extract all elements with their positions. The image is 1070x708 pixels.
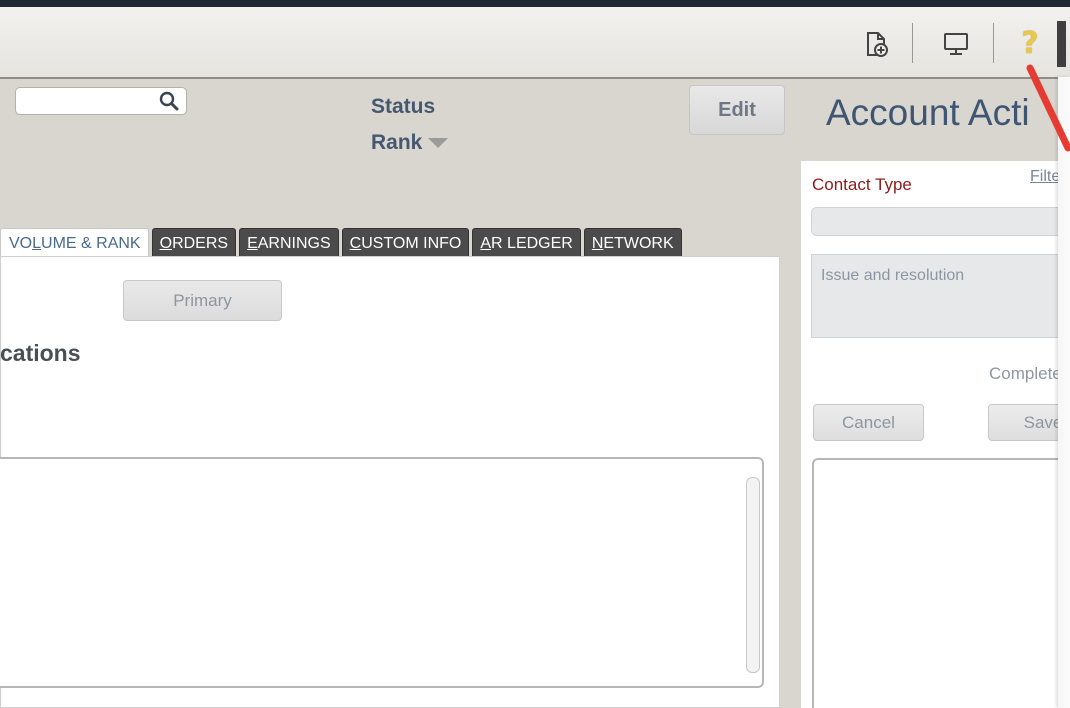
tab-access-key: O	[159, 235, 173, 252]
rank-dropdown[interactable]: Rank	[371, 131, 449, 155]
status-label: Status	[371, 95, 436, 118]
tab-access-key: E	[247, 235, 258, 252]
scrollbar[interactable]	[746, 477, 760, 673]
top-strip	[0, 0, 1070, 7]
issue-resolution-field[interactable]: Issue and resolution	[811, 254, 1070, 338]
activity-log[interactable]	[812, 458, 1070, 708]
tab-label-part: RDERS	[172, 235, 229, 252]
edit-button[interactable]: Edit	[689, 85, 785, 135]
monitor-icon[interactable]	[941, 29, 971, 59]
cancel-button[interactable]: Cancel	[813, 404, 924, 441]
tab-bar: VOLUME & RANK ORDERS EARNINGS CUSTOM INFO AR…	[0, 228, 685, 256]
contact-type-select[interactable]	[811, 207, 1070, 236]
toolbar: ?	[0, 7, 1070, 79]
tab-label-part: UME & RANK	[41, 235, 141, 252]
app-window: ? Status Rank Edit Account Acti VOLUME &…	[0, 0, 1070, 708]
tab-label-part: VO	[9, 235, 33, 252]
tab-network[interactable]: NETWORK	[583, 228, 682, 256]
search-icon[interactable]	[158, 90, 180, 117]
help-icon[interactable]: ?	[1015, 29, 1045, 59]
overlay-window-edge	[1058, 77, 1070, 708]
search-input[interactable]	[22, 88, 166, 114]
tab-orders[interactable]: ORDERS	[151, 228, 237, 256]
tab-custom-info[interactable]: CUSTOM INFO	[341, 228, 470, 256]
tab-access-key: C	[349, 235, 362, 252]
toolbar-edge	[1057, 21, 1066, 67]
rank-label: Rank	[371, 131, 423, 154]
tab-label-part: ARNINGS	[257, 235, 331, 252]
new-document-icon[interactable]	[862, 29, 892, 59]
tab-access-key: N	[591, 235, 604, 252]
toolbar-separator	[912, 23, 913, 63]
tab-earnings[interactable]: EARNINGS	[239, 228, 339, 256]
tab-access-key: L	[32, 235, 42, 252]
tab-access-key: A	[480, 235, 492, 252]
account-activity-title: Account Acti	[826, 92, 1030, 133]
tab-label-part: USTOM INFO	[361, 235, 462, 252]
chevron-down-icon	[428, 138, 449, 149]
toolbar-separator	[993, 23, 994, 63]
list-box[interactable]	[0, 457, 764, 688]
tab-volume-rank[interactable]: VOLUME & RANK	[0, 228, 149, 256]
annotation-arrow	[1026, 64, 1070, 152]
section-title: cations	[0, 340, 81, 366]
contact-type-label: Contact Type	[812, 175, 912, 194]
search-box[interactable]	[15, 87, 187, 115]
tab-label-part: ETWORK	[603, 235, 674, 252]
tab-label-part: R LEDGER	[491, 235, 573, 252]
primary-button[interactable]: Primary	[123, 280, 282, 321]
tab-ar-ledger[interactable]: AR LEDGER	[472, 228, 581, 256]
